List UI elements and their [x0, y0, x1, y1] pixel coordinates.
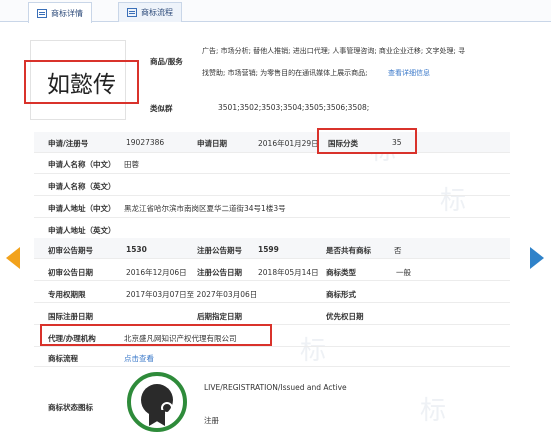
- address-cn: 黑龙江省哈尔滨市南岗区夏华二道街34号1楼3号: [124, 204, 286, 213]
- divider: [34, 152, 510, 153]
- prelim-date-label: 初审公告日期: [48, 268, 93, 277]
- intl-reg-date-label: 国际注册日期: [48, 312, 93, 321]
- status-label: 商标状态图标: [48, 403, 93, 412]
- highlight-box: [24, 60, 139, 104]
- flow-label: 商标流程: [48, 354, 78, 363]
- divider: [34, 258, 510, 259]
- reg-no: 19027386: [126, 138, 165, 147]
- divider: [34, 280, 510, 281]
- watermark: 标: [300, 336, 327, 366]
- divider: [34, 195, 510, 196]
- applicant-en-label: 申请人名称（英文）: [48, 182, 116, 191]
- previous-arrow-icon[interactable]: [6, 247, 20, 269]
- tab-trademark-flow[interactable]: 商标流程: [118, 2, 182, 22]
- highlight-box: [317, 128, 417, 154]
- address-en-label: 申请人地址（英文）: [48, 226, 116, 235]
- flow-link[interactable]: 点击查看: [124, 353, 154, 364]
- tab-bar: 商标详情 商标流程: [0, 0, 551, 23]
- applicant-cn: 田蓉: [124, 160, 139, 169]
- reg-pub-no-label: 注册公告期号: [197, 246, 242, 255]
- reg-pub-date-label: 注册公告日期: [197, 268, 242, 277]
- registered-seal-icon: [127, 372, 187, 432]
- reg-pub-date: 2018年05月14日: [258, 268, 319, 277]
- tab-label: 商标流程: [141, 8, 173, 17]
- divider: [34, 173, 510, 174]
- type-label: 商标类型: [326, 268, 356, 277]
- divider: [34, 366, 510, 367]
- type: 一般: [396, 268, 411, 277]
- divider: [34, 302, 510, 303]
- goods-services-line1: 广告; 市场分析; 替他人推销; 进出口代理; 人事管理咨询; 商业企业迁移; …: [202, 47, 466, 55]
- app-date-label: 申请日期: [197, 139, 227, 148]
- later-date-label: 后期指定日期: [197, 312, 242, 321]
- status-en: LIVE/REGISTRATION/Issued and Active: [204, 383, 347, 392]
- priority-label: 优先权日期: [326, 312, 364, 321]
- shared: 否: [394, 246, 402, 255]
- view-detail-link[interactable]: 查看详细信息: [388, 68, 430, 78]
- list-icon: [127, 8, 137, 17]
- applicant-cn-label: 申请人名称（中文）: [48, 160, 116, 169]
- group-value: 3501;3502;3503;3504;3505;3506;3508;: [218, 103, 370, 112]
- prelim-date: 2016年12月06日: [126, 268, 187, 277]
- tab-trademark-detail[interactable]: 商标详情: [28, 2, 92, 23]
- status-cn: 注册: [204, 416, 219, 425]
- shared-label: 是否共有商标: [326, 246, 371, 255]
- address-cn-label: 申请人地址（中文）: [48, 204, 116, 213]
- watermark: 标: [440, 186, 467, 216]
- tab-label: 商标详情: [51, 8, 83, 18]
- group-label: 类似群: [150, 104, 173, 113]
- divider: [34, 217, 510, 218]
- reg-pub-no: 1599: [258, 245, 279, 254]
- prelim-no: 1530: [126, 245, 147, 254]
- watermark: 标: [420, 396, 447, 426]
- list-icon: [37, 8, 47, 18]
- app-date: 2016年01月29日: [258, 139, 319, 148]
- highlight-box: [40, 324, 272, 346]
- exclusive-label: 专用权期限: [48, 290, 86, 299]
- form-label: 商标形式: [326, 290, 356, 299]
- goods-services-line2: 找赞助; 市场营销; 为零售目的在通讯媒体上展示商品;: [202, 69, 368, 77]
- next-arrow-icon[interactable]: [530, 247, 544, 269]
- goods-services-label: 商品/服务: [150, 57, 183, 66]
- exclusive: 2017年03月07日至 2027年03月06日: [126, 290, 258, 299]
- reg-no-label: 申请/注册号: [48, 139, 89, 148]
- divider: [34, 346, 510, 347]
- prelim-no-label: 初审公告期号: [48, 246, 93, 255]
